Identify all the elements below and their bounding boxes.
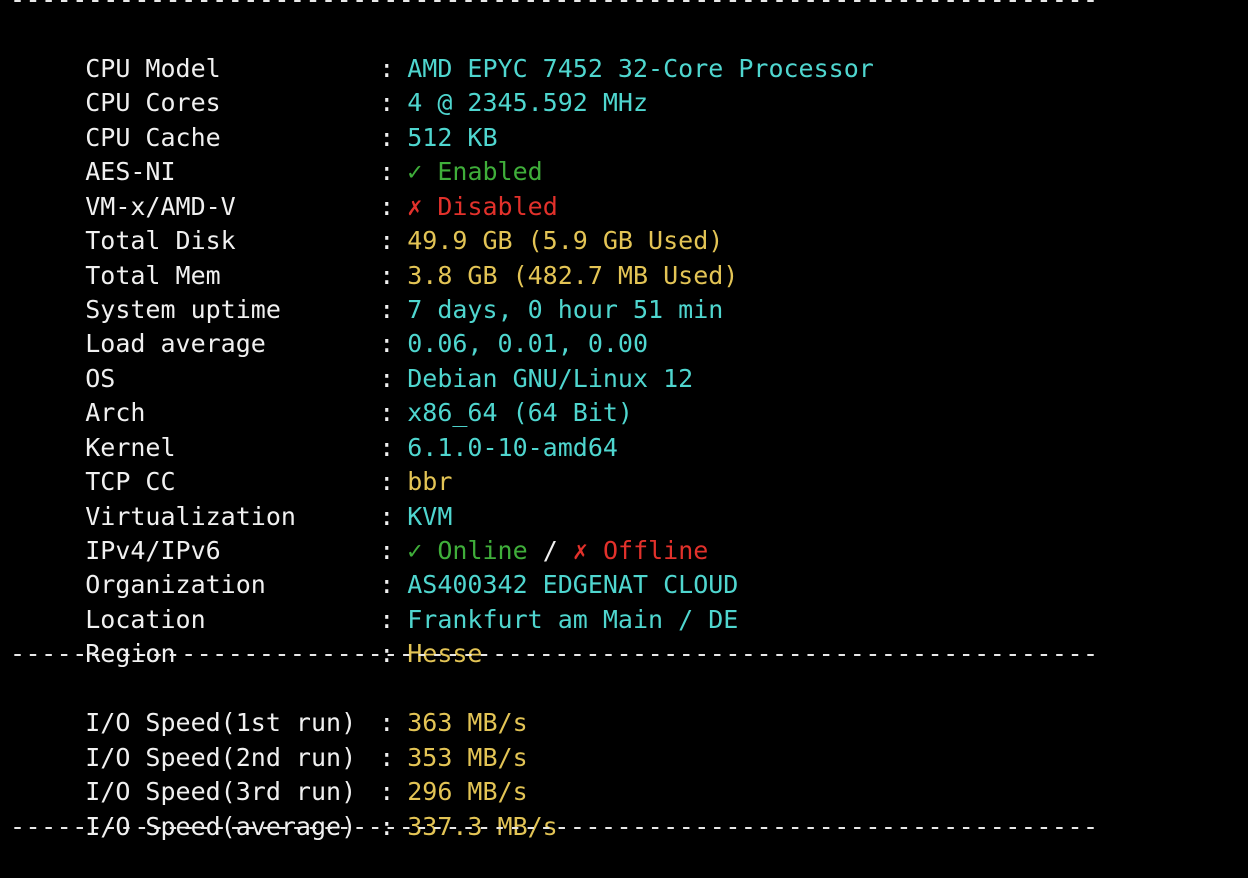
info-row-cpu-model: CPU Model: AMD EPYC 7452 32-Core Processo…: [0, 17, 1248, 83]
terminal-output[interactable]: ----------------------------------------…: [0, 0, 1248, 844]
info-row-uptime: System uptime:7 days, 0 hour 51 min: [0, 259, 1248, 324]
info-row-region: Region: Hesse: [0, 603, 1248, 668]
info-row-total-disk: Total Disk:49.9 GB (5.9 GB Used): [0, 190, 1248, 255]
separator-line: ----------------------------------------…: [10, 639, 1099, 669]
info-row-ip-stack: IPv4/IPv6: ✓ Online / ✗ Offline: [0, 500, 1248, 565]
info-row-virtualization: Virtualization: KVM: [0, 465, 1248, 531]
info-row-kernel: Kernel:6.1.0-10-amd64: [0, 396, 1248, 462]
info-row-total-mem: Total Mem:3.8 GB (482.7 MB Used): [0, 224, 1248, 290]
info-row-tcp-cc: TCP CC: bbr: [0, 431, 1248, 496]
info-row-load-average: Load average:0.06, 0.01, 0.00: [0, 293, 1248, 358]
io-speed-row-1st: I/O Speed(1st run):363 MB/s: [0, 672, 1248, 737]
separator-line: ----------------------------------------…: [10, 811, 1099, 841]
io-speed-row-2nd: I/O Speed(2nd run):353 MB/s: [0, 706, 1248, 772]
info-row-location: Location: Frankfurt am Main / DE: [0, 568, 1248, 634]
info-row-arch: Arch: x86_64 (64 Bit): [0, 362, 1248, 427]
info-row-os: OS: Debian GNU/Linux 12: [0, 327, 1248, 393]
info-row-vm-x: VM-x/AMD-V: ✗ Disabled: [0, 155, 1248, 221]
info-row-aes-ni: AES-NI: ✓ Enabled: [0, 121, 1248, 186]
info-row-cpu-cache: CPU Cache:512 KB: [0, 86, 1248, 152]
separator-line: ----------------------------------------…: [0, 0, 1248, 17]
info-row-cpu-cores: CPU Cores:4 @ 2345.592 MHz: [0, 52, 1248, 117]
info-row-organization: Organization: AS400342 EDGENAT CLOUD: [0, 534, 1248, 599]
io-speed-row-average: I/O Speed(average):337.3 MB/s: [0, 775, 1248, 841]
io-speed-row-3rd: I/O Speed(3rd run):296 MB/s: [0, 741, 1248, 806]
